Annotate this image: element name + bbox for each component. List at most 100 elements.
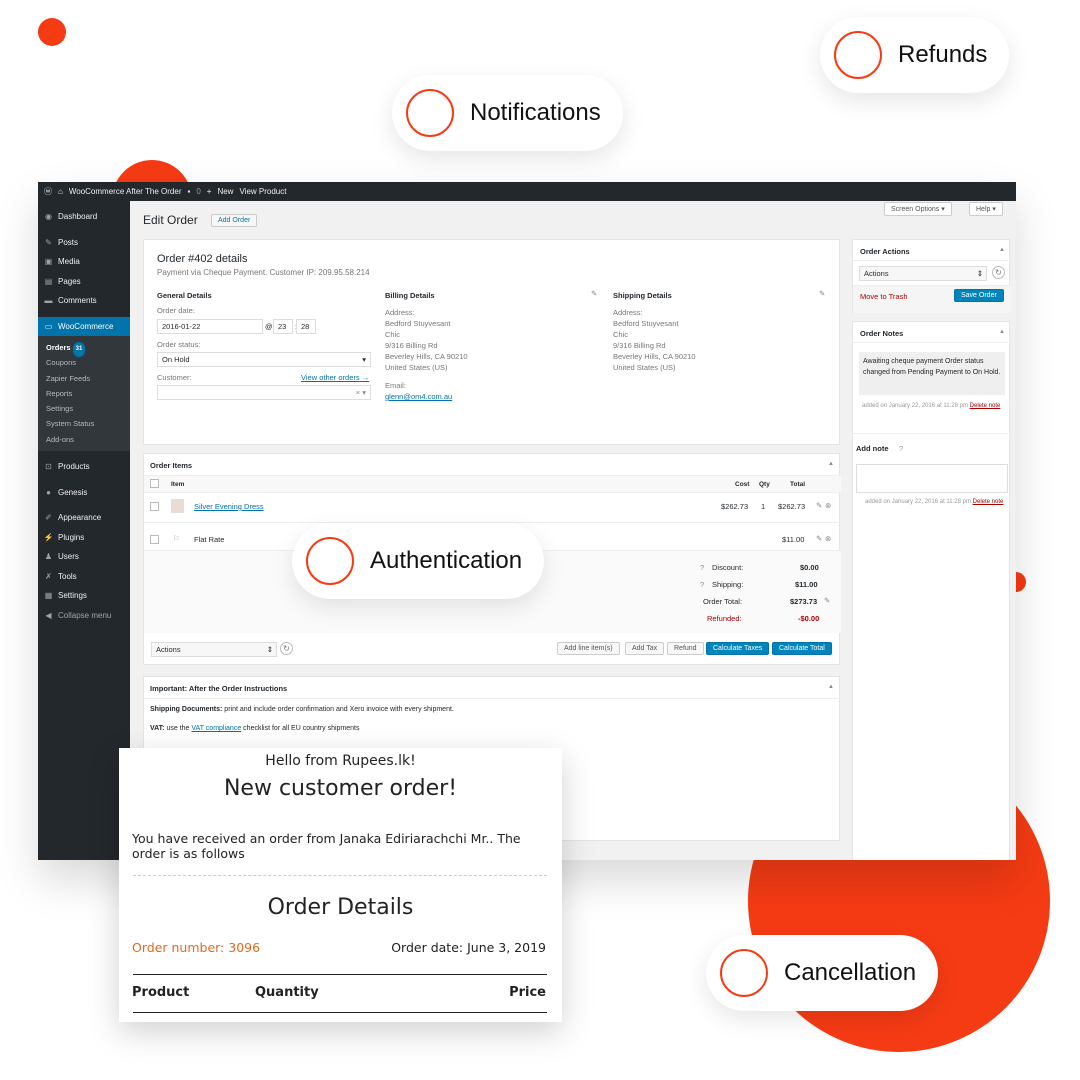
billing-email-link[interactable]: glenn@om4.com.au (385, 392, 452, 401)
submenu-coupons[interactable]: Coupons (38, 355, 130, 370)
product-link[interactable]: Silver Evening Dress (194, 502, 264, 511)
edit-shipping-pencil-icon[interactable]: ✎ (816, 534, 822, 543)
customer-select[interactable]: × ▾ (157, 385, 371, 400)
add-order-button[interactable]: Add Order (211, 214, 258, 227)
submenu-add-ons[interactable]: Add-ons (38, 432, 130, 447)
help-button[interactable]: Help ▾ (969, 202, 1003, 216)
add-line-items-button[interactable]: Add line item(s) (557, 642, 620, 655)
billing-address-line: Chic (385, 330, 401, 339)
refresh-icon[interactable]: ↻ (280, 642, 293, 655)
refund-button[interactable]: Refund (667, 642, 704, 655)
calculate-total-button[interactable]: Calculate Total (772, 642, 832, 655)
delete-note-link[interactable]: Delete note (970, 403, 1001, 409)
order-details-heading: Order Details (267, 895, 414, 920)
delete-item-icon[interactable]: ⊗ (825, 501, 831, 510)
collapse-arrow-icon[interactable]: ▲ (828, 684, 834, 690)
collapse-icon: ◀ (45, 610, 52, 620)
divider (144, 698, 841, 699)
comments-icon[interactable]: ▪ (187, 187, 190, 196)
edit-shipping-pencil-icon[interactable]: ✎ (819, 289, 825, 298)
edit-billing-pencil-icon[interactable]: ✎ (591, 289, 597, 298)
save-order-button[interactable]: Save Order (954, 289, 1004, 302)
sidebar-item-genesis[interactable]: ● Genesis (38, 483, 130, 503)
sidebar-item-appearance[interactable]: ✐ Appearance (38, 508, 130, 528)
view-other-orders-link[interactable]: View other orders → (301, 373, 369, 382)
sidebar-item-comments[interactable]: ▬ Comments (38, 291, 130, 311)
brush-icon: ✐ (45, 513, 52, 523)
sidebar-item-settings[interactable]: ▦ Settings (38, 586, 130, 606)
plug-icon: ⚡ (43, 532, 54, 542)
collapse-arrow-icon[interactable]: ▲ (999, 329, 1005, 335)
submenu-zapier-feeds[interactable]: Zapier Feeds (38, 371, 130, 386)
shipping-address-line: United States (US) (613, 363, 676, 372)
sidebar-item-products[interactable]: ⊡ Products (38, 457, 130, 477)
discount-value: $0.00 (800, 563, 819, 572)
edit-item-pencil-icon[interactable]: ✎ (816, 501, 822, 510)
calculate-taxes-button[interactable]: Calculate Taxes (706, 642, 770, 655)
clear-chevron-icon: × ▾ (355, 388, 366, 397)
order-date-field[interactable]: 2016-01-22 (157, 319, 263, 334)
help-icon: ? (700, 563, 705, 572)
delete-note-link[interactable]: Delete note (973, 499, 1004, 505)
move-to-trash-link[interactable]: Move to Trash (860, 292, 908, 301)
new-link[interactable]: New (217, 187, 233, 196)
comment-icon: ▬ (44, 296, 53, 306)
col-total: Total (790, 481, 806, 488)
shipping-details-heading: Shipping Details (613, 291, 672, 300)
view-product-link[interactable]: View Product (239, 187, 286, 196)
order-status-select[interactable]: On Hold ▾ (157, 352, 371, 367)
sidebar-item-media[interactable]: ▣ Media (38, 252, 130, 272)
product-total: $262.73 (778, 502, 806, 511)
refunded-label: Refunded: (707, 614, 742, 623)
submenu-reports[interactable]: Reports (38, 386, 130, 401)
divider (133, 875, 547, 876)
billing-address-line: 9/316 Billing Rd (385, 341, 438, 350)
instruction-line: VAT: use the VAT compliance checklist fo… (150, 725, 360, 732)
sidebar-item-posts[interactable]: ✎ Posts (38, 233, 130, 253)
order-number: Order number: 3096 (132, 940, 261, 955)
submenu-system-status[interactable]: System Status (38, 416, 130, 431)
vat-compliance-link[interactable]: VAT compliance (191, 725, 241, 732)
wordpress-logo-icon[interactable]: ⓦ (44, 186, 52, 197)
product-cost: $262.73 (721, 502, 749, 511)
help-icon: ? (899, 444, 904, 453)
email-heading: New customer order! (223, 776, 458, 801)
billing-details-heading: Billing Details (385, 291, 435, 300)
collapse-menu[interactable]: ◀ Collapse menu (38, 606, 130, 626)
edit-total-pencil-icon[interactable]: ✎ (824, 596, 830, 605)
apply-action-icon[interactable]: ↻ (992, 266, 1005, 279)
item-checkbox[interactable] (150, 502, 159, 511)
add-note-textarea[interactable] (856, 464, 1008, 493)
order-total-value: $273.73 (790, 597, 818, 606)
bulk-actions-select[interactable]: Actions ⇕ (151, 642, 277, 657)
decor-dot (38, 18, 66, 46)
submenu-settings[interactable]: Settings (38, 401, 130, 416)
select-all-checkbox[interactable] (150, 479, 159, 488)
genesis-icon: ● (46, 487, 51, 497)
screen-options-button[interactable]: Screen Options ▾ (884, 202, 952, 216)
refunded-value: -$0.00 (798, 614, 820, 623)
settings-icon: ▦ (44, 591, 53, 601)
order-actions-select[interactable]: Actions ⇕ (859, 266, 987, 281)
add-tax-button[interactable]: Add Tax (625, 642, 665, 655)
site-name-link[interactable]: WooCommerce After The Order (69, 187, 182, 196)
instructions-heading: Important: After the Order Instructions (150, 684, 288, 693)
order-hour-field[interactable]: 23 (273, 319, 293, 334)
sidebar-item-tools[interactable]: ✗ Tools (38, 567, 130, 587)
sidebar-item-plugins[interactable]: ⚡ Plugins (38, 528, 130, 548)
order-minute-field[interactable]: 28 (296, 319, 316, 334)
submenu-orders[interactable]: Orders 31 (38, 340, 130, 358)
sidebar-item-pages[interactable]: ▤ Pages (38, 272, 130, 292)
shipping-address-line: 9/316 Billing Rd (613, 341, 666, 350)
collapse-arrow-icon[interactable]: ▲ (999, 247, 1005, 253)
delete-shipping-icon[interactable]: ⊗ (825, 534, 831, 543)
collapse-arrow-icon[interactable]: ▲ (828, 461, 834, 467)
billing-address-line: United States (US) (385, 363, 448, 372)
sidebar-item-users[interactable]: ♟ Users (38, 547, 130, 567)
order-note: Awaiting cheque payment Order status cha… (859, 352, 1005, 395)
shipping-total: $11.00 (782, 535, 805, 544)
order-actions-panel: Order Actions ▲ Actions ⇕ ↻ Move to Trash… (852, 239, 1011, 313)
sidebar-item-dashboard[interactable]: ◉ Dashboard (38, 207, 130, 227)
sidebar-item-woocommerce[interactable]: ▭ WooCommerce (38, 316, 130, 336)
shipping-checkbox[interactable] (150, 535, 159, 544)
